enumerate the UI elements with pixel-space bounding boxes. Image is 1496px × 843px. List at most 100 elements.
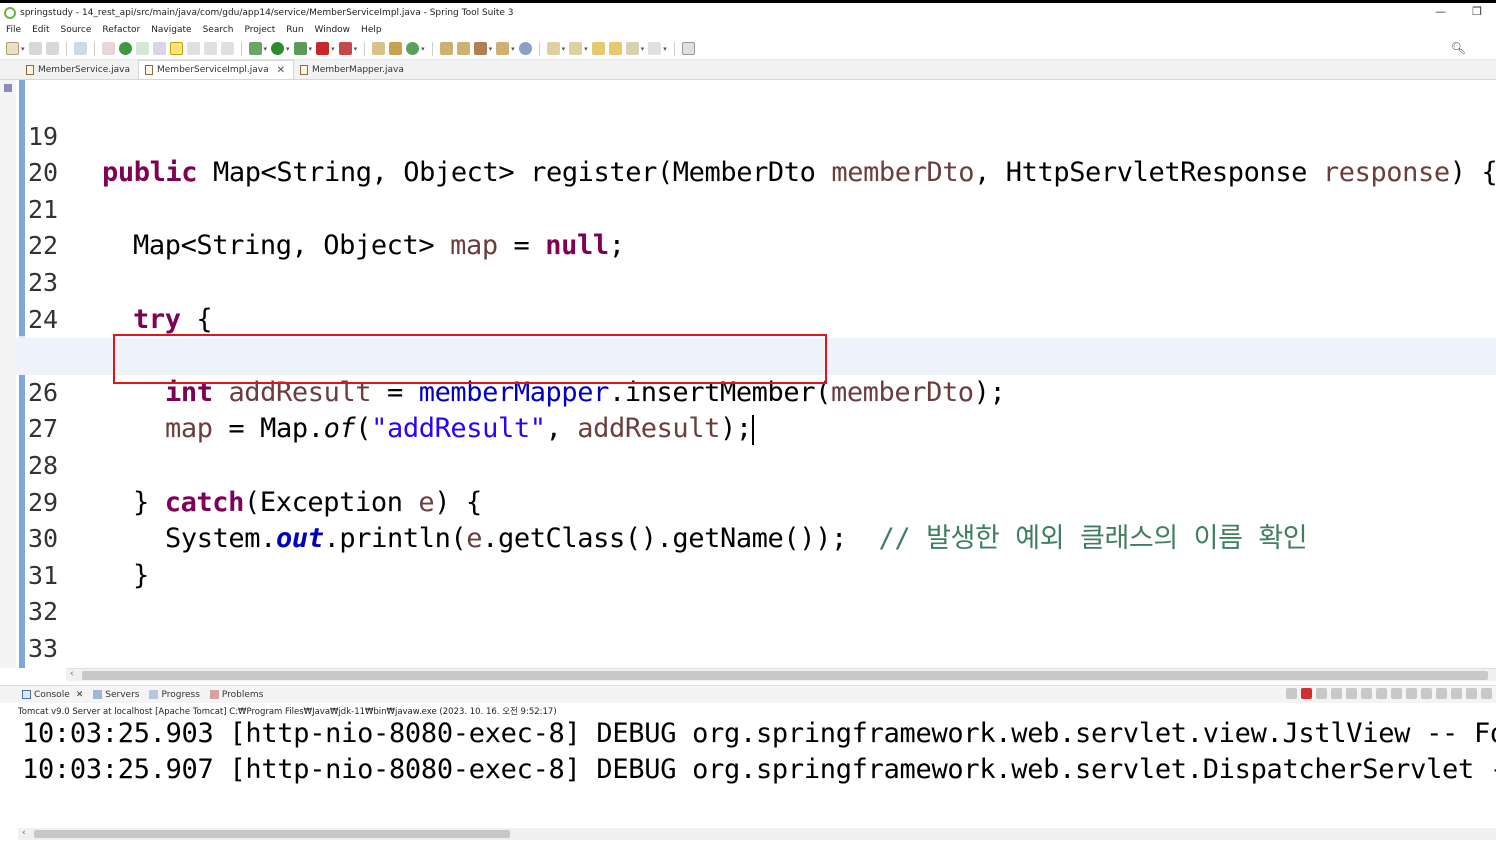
menu-window[interactable]: Window	[315, 25, 351, 35]
close-icon[interactable]: ✕	[277, 65, 285, 76]
terminate-all-icon[interactable]	[338, 42, 352, 55]
open-console-icon[interactable]	[73, 42, 87, 55]
code-line[interactable]: 29 System.out.println(e.getClass().getNa…	[16, 448, 1496, 555]
menu-source[interactable]: Source	[61, 25, 92, 35]
show-stdout-icon[interactable]	[1391, 688, 1402, 699]
code-line[interactable]: 25 int addResult = memberMapper.insertMe…	[16, 302, 1496, 408]
code-line[interactable]: 33 return map;	[16, 594, 1496, 663]
scrollbar-thumb[interactable]	[34, 830, 510, 838]
new-class-icon[interactable]	[406, 42, 420, 55]
annotation-nav-icon[interactable]	[220, 42, 234, 55]
code-line[interactable]: 31	[16, 521, 1496, 590]
new-icon[interactable]	[6, 42, 19, 55]
java-file-icon	[145, 65, 153, 75]
scroll-lock-icon[interactable]	[1361, 688, 1372, 699]
tab-member-service-impl[interactable]: MemberServiceImpl.java ✕	[138, 60, 295, 79]
tab-label: Console	[34, 689, 70, 700]
stop-icon[interactable]	[316, 42, 330, 55]
show-stderr-icon[interactable]	[1406, 688, 1417, 699]
new-package-icon[interactable]	[389, 42, 403, 55]
package-explorer-icon[interactable]	[4, 84, 12, 92]
run-external-icon[interactable]	[293, 42, 307, 55]
servers-icon	[93, 690, 103, 699]
pin-editor-icon[interactable]	[681, 42, 695, 55]
save-icon[interactable]	[28, 42, 42, 55]
refresh-server-icon[interactable]	[135, 42, 149, 55]
relaunch-icon[interactable]	[1286, 688, 1297, 699]
code-line[interactable]: 23 try {	[16, 228, 1496, 335]
last-edit-icon[interactable]	[591, 42, 605, 55]
display-console-icon[interactable]	[1436, 688, 1447, 699]
tab-problems[interactable]: Problems	[209, 690, 263, 700]
run-icon[interactable]	[271, 42, 285, 55]
forward-icon[interactable]	[648, 42, 662, 55]
bottom-panel-tabs: Console ✕ Servers Progress Problems	[0, 685, 1496, 703]
code-line[interactable]: 34	[16, 631, 1496, 668]
tab-console[interactable]: Console ✕	[22, 690, 83, 700]
code-line[interactable]: 24	[16, 265, 1496, 334]
back-history-icon[interactable]	[608, 42, 622, 55]
scroll-left-icon[interactable]: ‹	[70, 669, 74, 679]
mark-occurrences-icon[interactable]	[169, 42, 183, 55]
code-line[interactable]: 21 Map<String, Object> map = null;	[16, 155, 1496, 262]
menu-search[interactable]: Search	[203, 25, 234, 35]
code-line[interactable]: 30 }	[16, 485, 1496, 591]
code-line[interactable]: 20	[16, 119, 1496, 187]
skip-breakpoints-icon[interactable]	[101, 42, 115, 55]
menu-project[interactable]: Project	[244, 25, 275, 35]
menu-edit[interactable]: Edit	[32, 25, 49, 35]
menu-file[interactable]: File	[6, 25, 21, 35]
open-task-icon[interactable]	[456, 42, 470, 55]
close-icon[interactable]: ✕	[76, 690, 84, 700]
console-horizontal-scrollbar[interactable]: ‹	[18, 828, 1496, 840]
save-all-icon[interactable]	[45, 42, 59, 55]
word-wrap-icon[interactable]	[1376, 688, 1387, 699]
menu-run[interactable]: Run	[286, 25, 303, 35]
back-icon[interactable]	[625, 42, 639, 55]
console-line: 10:03:25.907 [http-nio-8080-exec-8] DEBU…	[22, 754, 1496, 785]
tab-member-mapper[interactable]: MemberMapper.java	[294, 60, 412, 79]
tab-progress[interactable]: Progress	[149, 689, 200, 700]
search-tool-icon[interactable]	[473, 42, 487, 55]
debug-icon[interactable]	[248, 42, 262, 55]
code-line[interactable]: 32	[16, 558, 1496, 626]
menu-help[interactable]: Help	[361, 25, 382, 35]
editor-horizontal-scrollbar[interactable]: ‹	[66, 668, 1496, 681]
tab-label: Progress	[161, 689, 200, 700]
tab-label: Servers	[105, 689, 140, 700]
code-line[interactable]: 28 } catch(Exception e) {	[16, 411, 1496, 518]
scroll-left-icon[interactable]: ‹	[22, 828, 26, 838]
new-java-project-icon[interactable]	[372, 42, 386, 55]
console-icon	[22, 690, 31, 699]
code-line[interactable]: 22	[16, 192, 1496, 260]
clear-console-icon[interactable]	[1346, 688, 1357, 699]
minimize-view-icon[interactable]	[1466, 688, 1477, 699]
tab-label: MemberServiceImpl.java	[157, 65, 269, 75]
remove-all-icon[interactable]	[1331, 688, 1342, 699]
console-output[interactable]: 10:03:25.903 [http-nio-8080-exec-8] DEBU…	[18, 716, 1496, 828]
block-selection-icon[interactable]	[186, 42, 200, 55]
previous-annotation-icon[interactable]	[569, 42, 583, 55]
search-icon[interactable]: 🔍︎	[1451, 41, 1466, 55]
server-tools-icon[interactable]	[152, 42, 166, 55]
maximize-view-icon[interactable]	[1481, 688, 1492, 699]
tab-member-service[interactable]: MemberService.java	[20, 60, 138, 79]
open-folder-icon[interactable]	[496, 42, 510, 55]
pin-console-icon[interactable]	[1421, 688, 1432, 699]
next-annotation-icon[interactable]	[546, 42, 560, 55]
globe-icon[interactable]	[518, 42, 532, 55]
start-server-icon[interactable]	[118, 42, 132, 55]
scrollbar-thumb[interactable]	[82, 671, 1488, 680]
menu-navigate[interactable]: Navigate	[151, 25, 191, 35]
open-console-menu-icon[interactable]	[1451, 688, 1462, 699]
menu-refactor[interactable]: Refactor	[102, 25, 140, 35]
minimize-button[interactable]: —	[1435, 5, 1446, 18]
show-whitespace-icon[interactable]	[203, 42, 217, 55]
open-type-icon[interactable]	[439, 42, 453, 55]
terminate-icon[interactable]	[1301, 688, 1312, 699]
code-editor[interactable]: 19 public Map<String, Object> register(M…	[16, 80, 1496, 668]
remove-launch-icon[interactable]	[1316, 688, 1327, 699]
code-line[interactable]: 19 public Map<String, Object> register(M…	[16, 82, 1496, 189]
restore-button[interactable]: ❐	[1472, 5, 1482, 18]
tab-servers[interactable]: Servers	[93, 690, 139, 700]
